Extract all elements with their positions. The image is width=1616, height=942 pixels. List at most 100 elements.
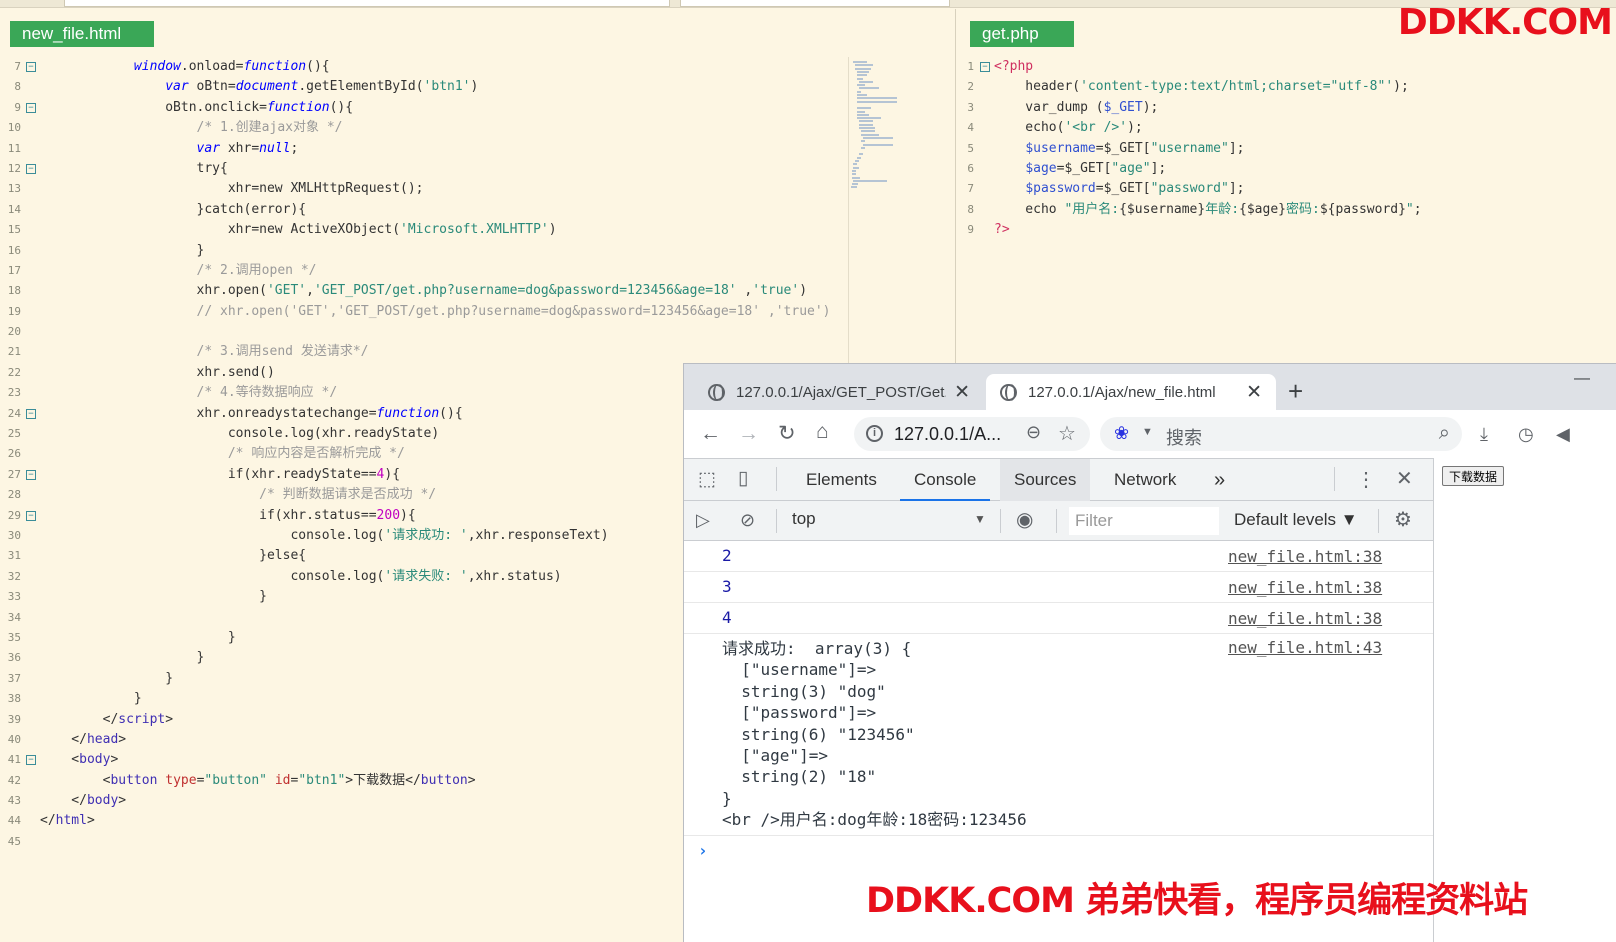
gear-icon[interactable]: ⚙ <box>1394 508 1412 532</box>
line-number: 39 <box>7 712 21 726</box>
code-text: <?php <box>994 59 1034 74</box>
code-line[interactable]: 3 var_dump ($_GET); <box>956 98 1616 118</box>
code-line[interactable]: 8 var oBtn=document.getElementById('btn1… <box>0 77 954 97</box>
back-arrow-icon[interactable]: ← <box>700 422 721 446</box>
code-line[interactable]: 10 /* 1.创建ajax对象 */ <box>0 118 954 138</box>
code-line[interactable]: 13 xhr=new XMLHttpRequest(); <box>0 179 954 199</box>
fold-toggle-icon[interactable]: − <box>26 469 36 480</box>
fold-toggle-icon[interactable]: − <box>26 102 36 113</box>
line-number: 38 <box>7 692 21 706</box>
line-number: 25 <box>7 427 21 441</box>
download-data-button[interactable]: 下载数据 <box>1442 466 1505 486</box>
clear-console-icon[interactable]: ⊘ <box>740 508 755 532</box>
fold-toggle-icon[interactable]: − <box>26 62 36 72</box>
code-area-right[interactable]: 1− <?php 2 header('content-type:text/html;… <box>956 57 1616 241</box>
inspect-element-icon[interactable]: ⬚ <box>698 468 716 492</box>
speaker-icon[interactable]: ◀ <box>1556 422 1570 446</box>
line-number: 13 <box>7 182 21 196</box>
code-line[interactable]: 20 <box>0 322 954 342</box>
minimize-button[interactable]: — <box>1574 370 1590 388</box>
forward-arrow-icon[interactable]: → <box>738 422 759 446</box>
code-line[interactable]: 1− <?php <box>956 57 1616 77</box>
tab-network[interactable]: Network <box>1100 459 1190 501</box>
more-tabs-icon[interactable]: » <box>1200 459 1239 501</box>
log-levels-select[interactable]: Default levels ▼ <box>1234 510 1358 530</box>
fold-toggle-icon[interactable]: − <box>26 163 36 174</box>
code-line[interactable]: 6 $age=$_GET["age"]; <box>956 159 1616 179</box>
close-devtools-icon[interactable]: ✕ <box>1396 467 1413 491</box>
code-line[interactable]: 17 /* 2.调用open */ <box>0 261 954 281</box>
context-select[interactable]: top <box>792 509 816 529</box>
fold-toggle-icon[interactable]: − <box>26 408 36 419</box>
tab-title: 127.0.0.1/Ajax/GET_POST/Get.php?username… <box>736 384 946 401</box>
code-line[interactable]: 14 }catch(error){ <box>0 200 954 220</box>
code-line[interactable]: 4 echo('<br />'); <box>956 118 1616 138</box>
zoom-icon[interactable]: ⊖ <box>1026 422 1041 443</box>
browser-tab-get-php[interactable]: 127.0.0.1/Ajax/GET_POST/Get.php?username… <box>694 374 984 410</box>
line-number: 41 <box>7 753 21 767</box>
file-tab-new-file-html[interactable]: new_file.html <box>10 21 154 47</box>
line-number: 36 <box>7 651 21 665</box>
history-icon[interactable]: ◷ <box>1518 422 1534 446</box>
code-line[interactable]: 21 /* 3.调用send 发送请求*/ <box>0 342 954 362</box>
code-line[interactable]: 11 var xhr=null; <box>0 139 954 159</box>
baidu-paw-icon[interactable]: ❀ <box>1114 423 1129 444</box>
navigation-bar: ← → ↻ ⌂ i 127.0.0.1/A... ⊖ ☆ ❀ ▼ 搜索 ⌕ ⤓ … <box>684 410 1616 458</box>
path-field[interactable] <box>64 0 670 7</box>
code-line[interactable]: 8 echo "用户名:{$username}年龄:{$age}密码:${pas… <box>956 200 1616 220</box>
code-line[interactable]: 12− try{ <box>0 159 954 179</box>
new-tab-button[interactable]: + <box>1288 376 1303 407</box>
info-icon[interactable]: i <box>866 425 883 442</box>
code-line[interactable]: 19 // xhr.open('GET','GET_POST/get.php?u… <box>0 302 954 322</box>
tab-console[interactable]: Console <box>900 459 991 501</box>
minimap-line <box>857 84 865 87</box>
tab-elements[interactable]: Elements <box>792 459 891 501</box>
close-tab-icon[interactable]: ✕ <box>1246 381 1262 404</box>
code-line[interactable]: 2 header('content-type:text/html;charset… <box>956 77 1616 97</box>
device-toolbar-icon[interactable]: ▯ <box>738 467 748 491</box>
code-text: $username=$_GET["username"]; <box>1025 140 1245 156</box>
browser-tab-new-file[interactable]: 127.0.0.1/Ajax/new_file.html ✕ <box>986 374 1276 410</box>
download-icon[interactable]: ⤓ <box>1480 422 1488 446</box>
line-number: 9 <box>967 223 974 237</box>
minimap[interactable] <box>848 57 948 367</box>
chevron-down-icon[interactable]: ▼ <box>974 512 986 526</box>
file-tab-get-php[interactable]: get.php <box>970 21 1074 47</box>
source-link[interactable]: new_file.html:43 <box>1228 638 1382 657</box>
sidebar-toggle-icon[interactable]: ▷ <box>696 508 710 532</box>
code-line[interactable]: 18 xhr.open('GET','GET_POST/get.php?user… <box>0 281 954 301</box>
source-link[interactable]: new_file.html:38 <box>1228 547 1382 566</box>
more-options-icon[interactable]: ⋮ <box>1356 468 1376 492</box>
search-box[interactable]: ❀ ▼ 搜索 ⌕ <box>1100 417 1462 451</box>
code-line[interactable]: 7− window.onload=function(){ <box>0 57 954 77</box>
code-line[interactable]: 9 ?> <box>956 220 1616 240</box>
fold-toggle-icon[interactable]: − <box>980 62 990 72</box>
console-prompt[interactable]: › <box>698 841 708 860</box>
source-link[interactable]: new_file.html:38 <box>1228 609 1382 628</box>
line-number: 10 <box>7 121 21 135</box>
bookmark-star-icon[interactable]: ☆ <box>1058 421 1076 446</box>
close-tab-icon[interactable]: ✕ <box>954 381 970 404</box>
filter-input[interactable] <box>1069 507 1219 535</box>
fold-toggle-icon[interactable]: − <box>26 510 36 521</box>
tab-sources[interactable]: Sources <box>1000 459 1091 501</box>
home-icon[interactable]: ⌂ <box>816 420 829 444</box>
code-line[interactable]: 5 $username=$_GET["username"]; <box>956 139 1616 159</box>
eye-icon[interactable]: ◉ <box>1016 508 1033 532</box>
code-line[interactable]: 7 $password=$_GET["password"]; <box>956 179 1616 199</box>
response-text: 请求成功: array(3) { ["username"]=> string(3… <box>722 639 1027 830</box>
code-line[interactable]: 16 } <box>0 241 954 261</box>
search-icon[interactable]: ⌕ <box>1439 422 1450 445</box>
fold-toggle-icon[interactable]: − <box>26 755 36 766</box>
minimap-line <box>863 136 893 139</box>
minimap-line <box>859 120 873 123</box>
address-bar[interactable]: i 127.0.0.1/A... ⊖ ☆ <box>854 417 1090 451</box>
chevron-down-icon[interactable]: ▼ <box>1142 426 1153 438</box>
code-line[interactable]: 9− oBtn.onclick=function(){ <box>0 98 954 118</box>
line-number: 21 <box>7 345 21 359</box>
source-link[interactable]: new_file.html:38 <box>1228 578 1382 597</box>
minimap-line <box>861 133 879 136</box>
code-line[interactable]: 15 xhr=new ActiveXObject('Microsoft.XMLH… <box>0 220 954 240</box>
reload-icon[interactable]: ↻ <box>778 422 796 446</box>
secondary-field[interactable] <box>680 0 950 7</box>
